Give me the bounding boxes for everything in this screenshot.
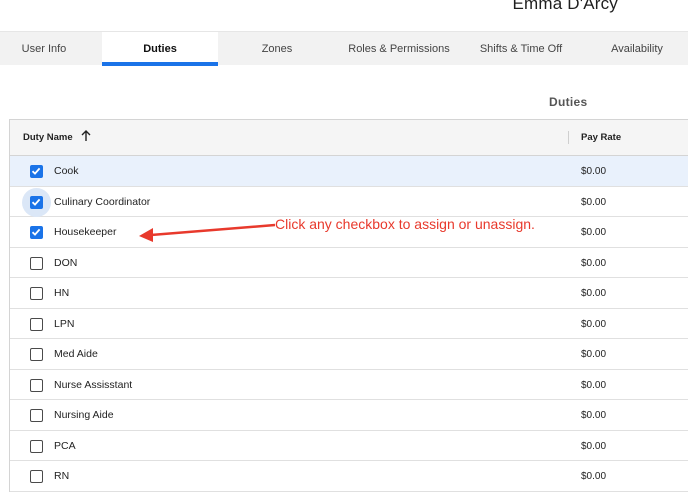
duty-name: Nursing Aide [54, 409, 114, 421]
table-row: Med Aide $0.00 [10, 339, 688, 370]
column-header-pay-rate[interactable]: Pay Rate [581, 132, 621, 143]
pay-rate: $0.00 [581, 257, 607, 269]
pay-rate: $0.00 [581, 227, 607, 238]
table-body: Cook $0.00 Culinary Coordinator $0.00 Housek… [10, 156, 688, 492]
duty-name: Cook [54, 165, 79, 177]
table-row: LPN $0.00 [10, 309, 688, 339]
annotation-callout: Click any checkbox to assign or unassign… [275, 216, 535, 232]
assign-checkbox[interactable] [30, 378, 43, 392]
pay-rate: $0.00 [581, 318, 607, 330]
duty-name: PCA [54, 439, 76, 452]
pay-rate: $0.00 [581, 166, 607, 177]
checkmark-icon [31, 198, 41, 206]
table-row: Nursing Aide $0.00 [10, 400, 688, 431]
tab-duties[interactable]: Duties [102, 32, 218, 66]
tab-roles-permissions[interactable]: Roles & Permissions [342, 32, 456, 66]
checkmark-icon [31, 228, 41, 236]
assign-checkbox[interactable] [30, 287, 43, 300]
duty-name: Housekeeper [54, 226, 117, 238]
duty-name: Nurse Assisstant [54, 378, 133, 391]
table-header: Duty Name Pay Rate [10, 120, 688, 156]
assign-checkbox[interactable] [30, 409, 43, 422]
tab-user-info[interactable]: User Info [0, 32, 88, 66]
pay-rate: $0.00 [581, 379, 607, 391]
pay-rate: $0.00 [581, 410, 607, 421]
table-row: Cook $0.00 [10, 156, 688, 187]
duty-name: HN [54, 287, 70, 299]
assign-checkbox[interactable] [30, 195, 43, 209]
assign-checkbox[interactable] [30, 348, 43, 361]
duty-name: Med Aide [54, 348, 98, 360]
tab-zones[interactable]: Zones [222, 32, 332, 66]
table-row: DON $0.00 [10, 248, 688, 278]
assign-checkbox[interactable] [30, 317, 43, 331]
pay-rate: $0.00 [581, 471, 607, 482]
column-header-duty-name[interactable]: Duty Name [23, 132, 73, 143]
duty-name: LPN [54, 317, 75, 330]
duty-name: RN [54, 470, 70, 482]
pay-rate: $0.00 [581, 196, 607, 208]
assign-checkbox[interactable] [30, 470, 43, 483]
annotation-arrow [139, 223, 276, 242]
arrow-up-icon[interactable] [80, 129, 92, 143]
column-divider [568, 131, 569, 144]
table-row: PCA $0.00 [10, 431, 688, 461]
section-title: Duties [549, 95, 588, 109]
table-row: Nurse Assisstant $0.00 [10, 370, 688, 400]
pay-rate: $0.00 [581, 440, 607, 452]
table-row: RN $0.00 [10, 461, 688, 492]
duty-name: Culinary Coordinator [54, 195, 151, 208]
pay-rate: $0.00 [581, 288, 607, 299]
user-name: Emma D'Arcy [512, 0, 618, 13]
assign-checkbox[interactable] [30, 256, 43, 270]
table-row: Culinary Coordinator $0.00 [10, 187, 688, 217]
tab-shifts-time-off[interactable]: Shifts & Time Off [466, 32, 576, 66]
tab-availability[interactable]: Availability [586, 32, 688, 66]
assign-checkbox[interactable] [30, 439, 43, 453]
tab-bar: User Info Duties Zones Roles & Permissio… [0, 31, 688, 66]
pay-rate: $0.00 [581, 349, 607, 360]
assign-checkbox[interactable] [30, 226, 43, 239]
duties-table: Duty Name Pay Rate Cook $0.00 Culinary Coo… [9, 119, 688, 492]
duty-name: DON [54, 256, 78, 269]
table-row: HN $0.00 [10, 278, 688, 309]
checkmark-icon [31, 167, 41, 175]
assign-checkbox[interactable] [30, 165, 43, 178]
